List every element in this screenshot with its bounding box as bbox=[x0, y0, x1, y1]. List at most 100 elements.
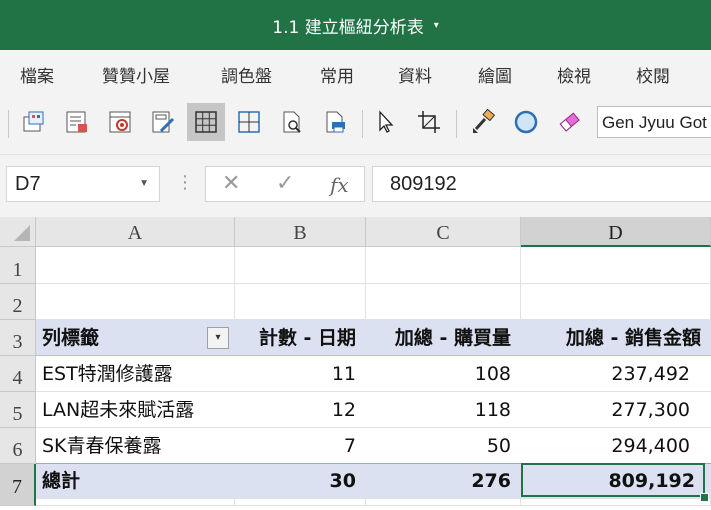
select-cursor-icon bbox=[379, 110, 394, 133]
row-header-2[interactable]: 2 bbox=[0, 284, 36, 320]
insert-function-icon[interactable]: fx bbox=[330, 173, 349, 197]
pivot-header-count-date[interactable]: 計數 - 日期 bbox=[235, 320, 366, 356]
cell-b1[interactable] bbox=[235, 247, 366, 284]
title-bar: 1.1 建立樞紐分析表 ▾ bbox=[0, 0, 711, 50]
pivot-row-label[interactable]: LAN超未來賦活露 bbox=[36, 392, 235, 428]
row-header-3[interactable]: 3 bbox=[0, 320, 36, 356]
tab-data[interactable]: 資料 bbox=[398, 62, 432, 87]
ribbon-tabs: 檔案 贊贊小屋 調色盤 常用 資料 繪圖 檢視 校閱 bbox=[0, 50, 711, 96]
pivot-cell-sales[interactable]: 277,300 bbox=[521, 392, 711, 428]
cell-b8[interactable] bbox=[235, 499, 366, 506]
cell-a1[interactable] bbox=[36, 247, 235, 284]
tab-home[interactable]: 常用 bbox=[320, 62, 354, 87]
tab-file[interactable]: 檔案 bbox=[20, 62, 54, 87]
pivot-total-sales[interactable]: 809,192 bbox=[521, 463, 711, 499]
tab-review[interactable]: 校閱 bbox=[636, 62, 670, 87]
crop-icon bbox=[418, 111, 440, 133]
row-header-1[interactable]: 1 bbox=[0, 247, 36, 284]
row-labels-filter-button[interactable]: ▾ bbox=[207, 327, 229, 349]
pivot-cell-qty[interactable]: 50 bbox=[366, 428, 521, 464]
cell-b2[interactable] bbox=[235, 284, 366, 320]
pivot-cell-sales[interactable]: 237,492 bbox=[521, 356, 711, 392]
pivot-row-label[interactable]: SK青春保養露 bbox=[36, 428, 235, 464]
title-dropdown-icon[interactable]: ▾ bbox=[434, 20, 439, 31]
worksheet-grid: A B C D 1 2 3 4 5 6 7 列標籤 ▾ 計數 - 日期 加總 -… bbox=[0, 217, 711, 506]
pivot-cell-qty[interactable]: 118 bbox=[366, 392, 521, 428]
pivot-cell-count[interactable]: 12 bbox=[235, 392, 366, 428]
name-box[interactable]: D7 ▼ bbox=[6, 166, 160, 202]
toolbar-separator bbox=[456, 110, 457, 138]
record-button[interactable] bbox=[101, 103, 139, 141]
cell-a8[interactable] bbox=[36, 499, 235, 506]
print-button[interactable] bbox=[316, 103, 354, 141]
select-cursor-button[interactable] bbox=[367, 103, 405, 141]
cell-c8[interactable] bbox=[366, 499, 521, 506]
tab-view[interactable]: 檢視 bbox=[557, 62, 591, 87]
column-header-c[interactable]: C bbox=[366, 217, 521, 247]
eraser-icon bbox=[559, 112, 580, 132]
grid-borders-button[interactable] bbox=[230, 103, 268, 141]
cell-a2[interactable] bbox=[36, 284, 235, 320]
cell-d8[interactable] bbox=[521, 499, 711, 506]
row-header-4[interactable]: 4 bbox=[0, 356, 36, 392]
cell-c1[interactable] bbox=[366, 247, 521, 284]
window-title[interactable]: 1.1 建立樞紐分析表 bbox=[272, 13, 423, 38]
fill-handle[interactable] bbox=[700, 493, 709, 502]
tab-palette[interactable]: 調色盤 bbox=[221, 62, 272, 87]
row-header-6[interactable]: 6 bbox=[0, 428, 36, 464]
pivot-total-label[interactable]: 總計 bbox=[36, 463, 235, 499]
all-borders-icon bbox=[195, 111, 217, 133]
more-options-icon[interactable]: ⋮ bbox=[176, 172, 194, 193]
pivot-cell-count[interactable]: 7 bbox=[235, 428, 366, 464]
pivot-total-qty[interactable]: 276 bbox=[366, 463, 521, 499]
edit-form-button[interactable] bbox=[144, 103, 182, 141]
format-painter-button[interactable] bbox=[464, 103, 502, 141]
select-all-icon bbox=[14, 225, 30, 241]
pivot-cell-sales[interactable]: 294,400 bbox=[521, 428, 711, 464]
pivot-button[interactable] bbox=[15, 103, 53, 141]
column-header-b[interactable]: B bbox=[235, 217, 366, 247]
cancel-icon[interactable]: ✕ bbox=[222, 171, 240, 196]
tab-zanzan[interactable]: 贊贊小屋 bbox=[102, 62, 170, 87]
circle-button[interactable] bbox=[507, 103, 545, 141]
format-painter-icon bbox=[473, 109, 496, 133]
print-preview-button[interactable] bbox=[273, 103, 311, 141]
cell-c2[interactable] bbox=[366, 284, 521, 320]
pivot-cell-count[interactable]: 11 bbox=[235, 356, 366, 392]
column-header-d[interactable]: D bbox=[521, 217, 711, 247]
column-header-a[interactable]: A bbox=[36, 217, 235, 247]
name-box-value: D7 bbox=[15, 173, 41, 195]
formula-input[interactable]: 809192 bbox=[372, 166, 711, 202]
eraser-button[interactable] bbox=[550, 103, 588, 141]
cell-d2[interactable] bbox=[521, 284, 711, 320]
pivot-cell-qty[interactable]: 108 bbox=[366, 356, 521, 392]
pivot-header-row-labels[interactable]: 列標籤 bbox=[36, 320, 235, 356]
filter-dropdown-icon: ▾ bbox=[215, 332, 221, 343]
pivot-icon bbox=[23, 111, 44, 132]
all-borders-button[interactable] bbox=[187, 103, 225, 141]
report-button[interactable] bbox=[58, 103, 96, 141]
font-name-input[interactable]: Gen Jyuu Got bbox=[597, 106, 711, 138]
tab-draw[interactable]: 繪圖 bbox=[478, 62, 512, 87]
toolbar-separator bbox=[362, 110, 363, 138]
print-preview-icon bbox=[283, 111, 301, 133]
toolbar-separator bbox=[8, 110, 9, 138]
chevron-down-icon[interactable]: ▼ bbox=[139, 167, 149, 201]
enter-icon[interactable]: ✓ bbox=[276, 171, 294, 196]
record-icon bbox=[109, 111, 131, 133]
pivot-header-sum-sales[interactable]: 加總 - 銷售金額 bbox=[521, 320, 711, 356]
cell-d1[interactable] bbox=[521, 247, 711, 284]
pivot-row-label[interactable]: EST特潤修護露 bbox=[36, 356, 235, 392]
pivot-total-count[interactable]: 30 bbox=[235, 463, 366, 499]
formula-buttons: ✕ ✓ fx bbox=[205, 166, 365, 202]
report-icon bbox=[66, 111, 87, 133]
row-header-5[interactable]: 5 bbox=[0, 392, 36, 428]
print-icon bbox=[326, 111, 345, 133]
row-header-7[interactable]: 7 bbox=[0, 464, 36, 506]
select-all-corner[interactable] bbox=[0, 217, 36, 247]
grid-borders-icon bbox=[238, 111, 260, 133]
crop-button[interactable] bbox=[410, 103, 448, 141]
edit-form-icon bbox=[152, 111, 175, 133]
circle-icon bbox=[514, 110, 538, 134]
pivot-header-sum-qty[interactable]: 加總 - 購買量 bbox=[366, 320, 521, 356]
